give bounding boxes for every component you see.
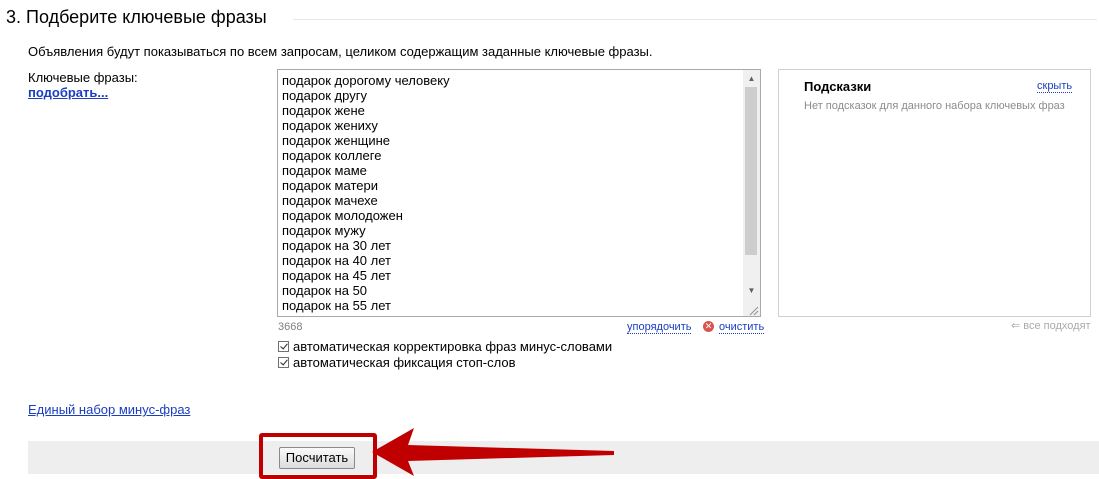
phrase-line: подарок коллеге bbox=[282, 148, 382, 163]
auto-stopwords-checkbox[interactable] bbox=[278, 357, 289, 368]
phrase-line: подарок на 50 bbox=[282, 283, 368, 298]
auto-correct-checkbox[interactable] bbox=[278, 341, 289, 352]
textarea-scrollbar[interactable]: ▲ ▼ bbox=[743, 70, 760, 316]
phrase-count: 3668 bbox=[278, 321, 303, 333]
auto-correct-option[interactable]: автоматическая корректировка фраз минус-… bbox=[278, 339, 612, 354]
phrase-line: подарок на 45 лет bbox=[282, 268, 391, 283]
phrase-line: подарок жене bbox=[282, 103, 365, 118]
keywords-textarea[interactable]: подарок дорогому человеку подарок другу … bbox=[277, 69, 761, 317]
section-title: 3. Подберите ключевые фразы bbox=[6, 7, 267, 27]
minus-phrases-link[interactable]: Единый набор минус-фраз bbox=[28, 402, 190, 417]
phrase-line: подарок матери bbox=[282, 178, 378, 193]
hints-empty-text: Нет подсказок для данного набора ключевы… bbox=[804, 100, 1065, 112]
phrase-line: подарок молодожен bbox=[282, 208, 403, 223]
phrase-line: подарок жениху bbox=[282, 118, 378, 133]
hints-title: Подсказки bbox=[804, 79, 872, 94]
highlight-frame bbox=[259, 433, 377, 479]
all-fit-link[interactable]: ⇐ все подходят bbox=[1011, 319, 1091, 332]
pick-keywords-link[interactable]: подобрать... bbox=[28, 85, 108, 100]
auto-correct-label: автоматическая корректировка фраз минус-… bbox=[293, 339, 613, 354]
keywords-label: Ключевые фразы: bbox=[28, 70, 138, 85]
phrase-line: подарок мачехе bbox=[282, 193, 378, 208]
title-divider bbox=[293, 19, 1097, 20]
hints-hide-link[interactable]: скрыть bbox=[1037, 80, 1073, 93]
all-fit-label: все подходят bbox=[1023, 320, 1091, 332]
phrase-line: подарок другу bbox=[282, 88, 367, 103]
auto-stopwords-option[interactable]: автоматическая фиксация стоп-слов bbox=[278, 355, 516, 370]
scroll-up-icon[interactable]: ▲ bbox=[743, 70, 760, 87]
section-description: Объявления будут показываться по всем за… bbox=[28, 44, 653, 59]
phrase-line: подарок на 40 лет bbox=[282, 253, 391, 268]
phrase-line: подарок женщине bbox=[282, 133, 391, 148]
phrase-line: подарок на 30 лет bbox=[282, 238, 391, 253]
clear-icon[interactable]: ✕ bbox=[703, 321, 714, 332]
scroll-down-icon[interactable]: ▼ bbox=[743, 282, 760, 299]
phrase-line: подарок мужу bbox=[282, 223, 366, 238]
arrow-left-icon: ⇐ bbox=[1011, 320, 1024, 332]
phrases-list: подарок дорогому человеку подарок другу … bbox=[282, 73, 742, 313]
phrase-line: подарок дорогому человеку bbox=[282, 73, 450, 88]
scroll-thumb[interactable] bbox=[745, 87, 757, 255]
auto-stopwords-label: автоматическая фиксация стоп-слов bbox=[293, 355, 516, 370]
phrase-line: подарок на 55 лет bbox=[282, 298, 391, 313]
phrase-line: подарок маме bbox=[282, 163, 367, 178]
resize-grip-icon[interactable] bbox=[748, 305, 759, 316]
clear-link[interactable]: очистить bbox=[719, 321, 765, 334]
pointer-arrow-icon bbox=[372, 428, 614, 476]
sort-link[interactable]: упорядочить bbox=[627, 321, 692, 334]
